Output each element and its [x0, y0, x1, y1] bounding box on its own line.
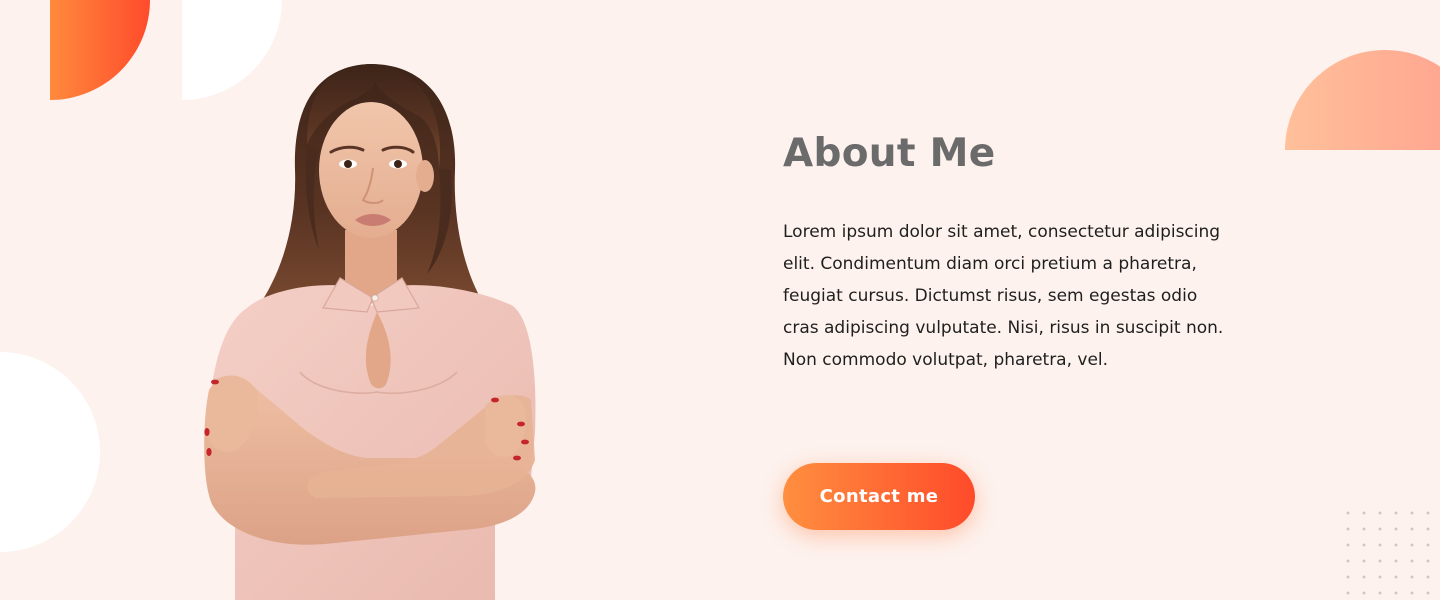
- white-half-circle-decoration: [0, 352, 100, 552]
- about-section: About Me Lorem ipsum dolor sit amet, con…: [0, 0, 1440, 600]
- about-title: About Me: [783, 131, 996, 176]
- dot-grid-decoration: [1340, 505, 1435, 600]
- contact-me-button[interactable]: Contact me: [783, 463, 975, 530]
- peach-half-circle-decoration: [1285, 50, 1440, 150]
- about-content: About Me Lorem ipsum dolor sit amet, con…: [783, 128, 1243, 376]
- orange-quarter-circle-decoration: [50, 0, 150, 100]
- woman-portrait-icon: [204, 64, 536, 600]
- about-description: Lorem ipsum dolor sit amet, consectetur …: [783, 222, 1224, 370]
